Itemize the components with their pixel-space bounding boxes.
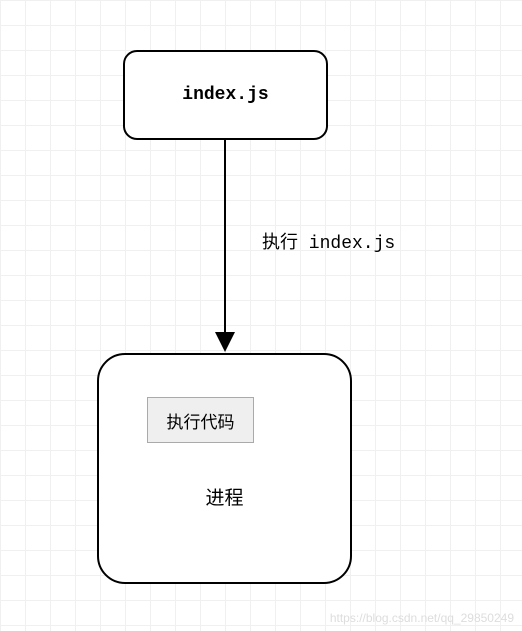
watermark: https://blog.csdn.net/qq_29850249 [330, 611, 514, 625]
arrow-line [224, 140, 226, 340]
source-file-box: index.js [123, 50, 328, 140]
process-box: 执行代码 进程 [97, 353, 352, 584]
source-file-label: index.js [182, 85, 268, 105]
arrow-label: 执行 index.js [262, 228, 395, 254]
process-label: 进程 [99, 483, 350, 510]
execute-code-label: 执行代码 [167, 408, 235, 433]
execute-code-box: 执行代码 [147, 397, 254, 443]
arrow-head-icon [215, 332, 235, 352]
